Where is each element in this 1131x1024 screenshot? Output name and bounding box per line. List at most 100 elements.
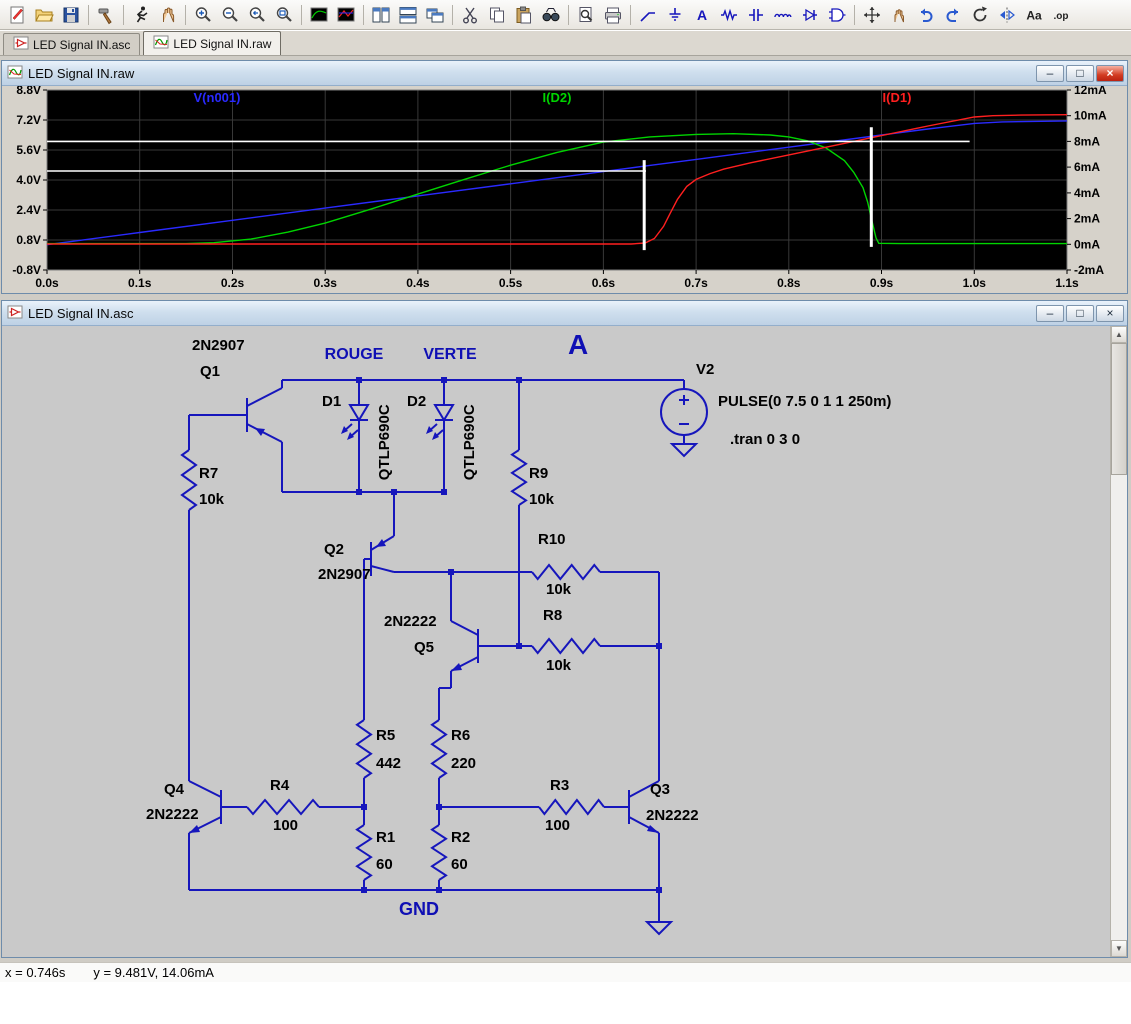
- autorange-button[interactable]: [306, 3, 332, 27]
- waveform-plot[interactable]: 8.8V 7.2V 5.6V 4.0V 2.4V 0.8V -0.8V 12mA 10mA 8mA…: [2, 83, 1127, 293]
- schematic-label-r2_value[interactable]: 60: [451, 856, 468, 874]
- schematic-label-d1_name[interactable]: D1: [322, 393, 341, 411]
- schematic-label-v2_name[interactable]: V2: [696, 361, 714, 379]
- maximize-button[interactable]: □: [1066, 304, 1094, 322]
- minimize-button[interactable]: –: [1036, 304, 1064, 322]
- tile-horizontal-button[interactable]: [395, 3, 421, 27]
- rotate-button[interactable]: [967, 3, 993, 27]
- schematic-label-q5_name[interactable]: Q5: [414, 639, 434, 657]
- resistor-button[interactable]: [716, 3, 742, 27]
- schematic-label-r8_name[interactable]: R8: [543, 607, 562, 625]
- schematic-label-r8_value[interactable]: 10k: [546, 657, 571, 675]
- schematic-label-d2_name[interactable]: D2: [407, 393, 426, 411]
- halt-button[interactable]: [155, 3, 181, 27]
- spice-directive-button[interactable]: .op: [1048, 3, 1074, 27]
- close-button[interactable]: ×: [1096, 64, 1124, 82]
- schematic-label-r9_value[interactable]: 10k: [529, 491, 554, 509]
- ground-button[interactable]: [662, 3, 688, 27]
- cut-button[interactable]: [457, 3, 483, 27]
- schematic-label-r2_name[interactable]: R2: [451, 829, 470, 847]
- zoom-back-button[interactable]: [244, 3, 270, 27]
- schematic-label-r10_value[interactable]: 10k: [546, 581, 571, 599]
- tab-led-signal-in-raw[interactable]: LED Signal IN.raw: [143, 31, 282, 55]
- copy-button[interactable]: [484, 3, 510, 27]
- vertical-scrollbar[interactable]: ▲ ▼: [1110, 326, 1127, 957]
- cascade-windows-button[interactable]: [422, 3, 448, 27]
- schematic-label-r10_name[interactable]: R10: [538, 531, 566, 549]
- mirror-button[interactable]: [994, 3, 1020, 27]
- print-preview-button[interactable]: [573, 3, 599, 27]
- waveform-plot-svg[interactable]: 8.8V 7.2V 5.6V 4.0V 2.4V 0.8V -0.8V 12mA 10mA 8mA…: [2, 83, 1127, 292]
- schematic-label-q2_name[interactable]: Q2: [324, 541, 344, 559]
- component-button[interactable]: [824, 3, 850, 27]
- schematic-label-r4_value[interactable]: 100: [273, 817, 298, 835]
- find-button[interactable]: [538, 3, 564, 27]
- save-button[interactable]: [58, 3, 84, 27]
- schematic-label-r3_name[interactable]: R3: [550, 777, 569, 795]
- run-button[interactable]: [128, 3, 154, 27]
- maximize-button[interactable]: □: [1066, 64, 1094, 82]
- new-schematic-button[interactable]: [4, 3, 30, 27]
- text-button[interactable]: Aa: [1021, 3, 1047, 27]
- capacitor-button[interactable]: [743, 3, 769, 27]
- schematic-label-r9_name[interactable]: R9: [529, 465, 548, 483]
- schematic-label-d2_model[interactable]: QTLP690C: [461, 382, 479, 502]
- tab-led-signal-in-asc[interactable]: LED Signal IN.asc: [3, 33, 141, 55]
- schematic-label-tran_directive[interactable]: .tran 0 3 0: [730, 431, 800, 449]
- schematic-label-r1_value[interactable]: 60: [376, 856, 393, 874]
- schematic-window-titlebar[interactable]: LED Signal IN.asc – □ ×: [2, 301, 1127, 326]
- drag-button[interactable]: [886, 3, 912, 27]
- schematic-canvas[interactable]: [2, 326, 1110, 957]
- plot-settings-button[interactable]: [333, 3, 359, 27]
- schematic-label-q3_type[interactable]: 2N2222: [646, 807, 699, 825]
- schematic-label-q1_name[interactable]: Q1: [200, 363, 220, 381]
- schematic-label-q5_type[interactable]: 2N2222: [384, 613, 437, 631]
- schematic-label-q3_name[interactable]: Q3: [650, 781, 670, 799]
- close-button[interactable]: ×: [1096, 304, 1124, 322]
- minimize-button[interactable]: –: [1036, 64, 1064, 82]
- move-button[interactable]: [859, 3, 885, 27]
- scrollbar-track[interactable]: [1111, 475, 1127, 940]
- schematic-label-gnd[interactable]: GND: [399, 899, 439, 920]
- schematic-label-r6_name[interactable]: R6: [451, 727, 470, 745]
- paste-button[interactable]: [511, 3, 537, 27]
- schematic-label-r5_value[interactable]: 442: [376, 755, 401, 773]
- net-label-button[interactable]: A: [689, 3, 715, 27]
- zoom-out-button[interactable]: [217, 3, 243, 27]
- schematic-label-r6_value[interactable]: 220: [451, 755, 476, 773]
- schematic-label-q1_type[interactable]: 2N2907: [192, 337, 245, 355]
- scrollbar-thumb[interactable]: [1111, 343, 1127, 475]
- trace-name-label[interactable]: I(D1): [883, 90, 912, 105]
- schematic-label-q4_name[interactable]: Q4: [164, 781, 184, 799]
- schematic-label-v2_value[interactable]: PULSE(0 7.5 0 1 1 250m): [718, 393, 891, 411]
- trace-name-label[interactable]: V(n001): [194, 90, 241, 105]
- control-panel-button[interactable]: [93, 3, 119, 27]
- schematic-label-r4_name[interactable]: R4: [270, 777, 289, 795]
- zoom-full-button[interactable]: [271, 3, 297, 27]
- schematic-label-r7_value[interactable]: 10k: [199, 491, 224, 509]
- diode-button[interactable]: [797, 3, 823, 27]
- inductor-button[interactable]: [770, 3, 796, 27]
- waveform-window-titlebar[interactable]: LED Signal IN.raw – □ ×: [2, 61, 1127, 86]
- tile-vertical-button[interactable]: [368, 3, 394, 27]
- trace-name-label[interactable]: I(D2): [543, 90, 572, 105]
- schematic-label-d1_model[interactable]: QTLP690C: [376, 382, 394, 502]
- schematic-label-r1_name[interactable]: R1: [376, 829, 395, 847]
- schematic-label-q4_type[interactable]: 2N2222: [146, 806, 199, 824]
- undo-button[interactable]: [913, 3, 939, 27]
- schematic-label-q2_type[interactable]: 2N2907: [318, 566, 371, 584]
- scroll-down-button[interactable]: ▼: [1111, 940, 1127, 957]
- schematic-label-verte[interactable]: VERTE: [410, 346, 490, 364]
- print-button[interactable]: [600, 3, 626, 27]
- scroll-up-button[interactable]: ▲: [1111, 326, 1127, 343]
- schematic-label-node_a[interactable]: A: [568, 329, 588, 361]
- open-button[interactable]: [31, 3, 57, 27]
- schematic-label-r3_value[interactable]: 100: [545, 817, 570, 835]
- redo-button[interactable]: [940, 3, 966, 27]
- schematic-label-rouge[interactable]: ROUGE: [314, 346, 394, 364]
- wire-button[interactable]: [635, 3, 661, 27]
- schematic-label-r7_name[interactable]: R7: [199, 465, 218, 483]
- wire-junction: [441, 377, 447, 383]
- zoom-in-button[interactable]: [190, 3, 216, 27]
- schematic-label-r5_name[interactable]: R5: [376, 727, 395, 745]
